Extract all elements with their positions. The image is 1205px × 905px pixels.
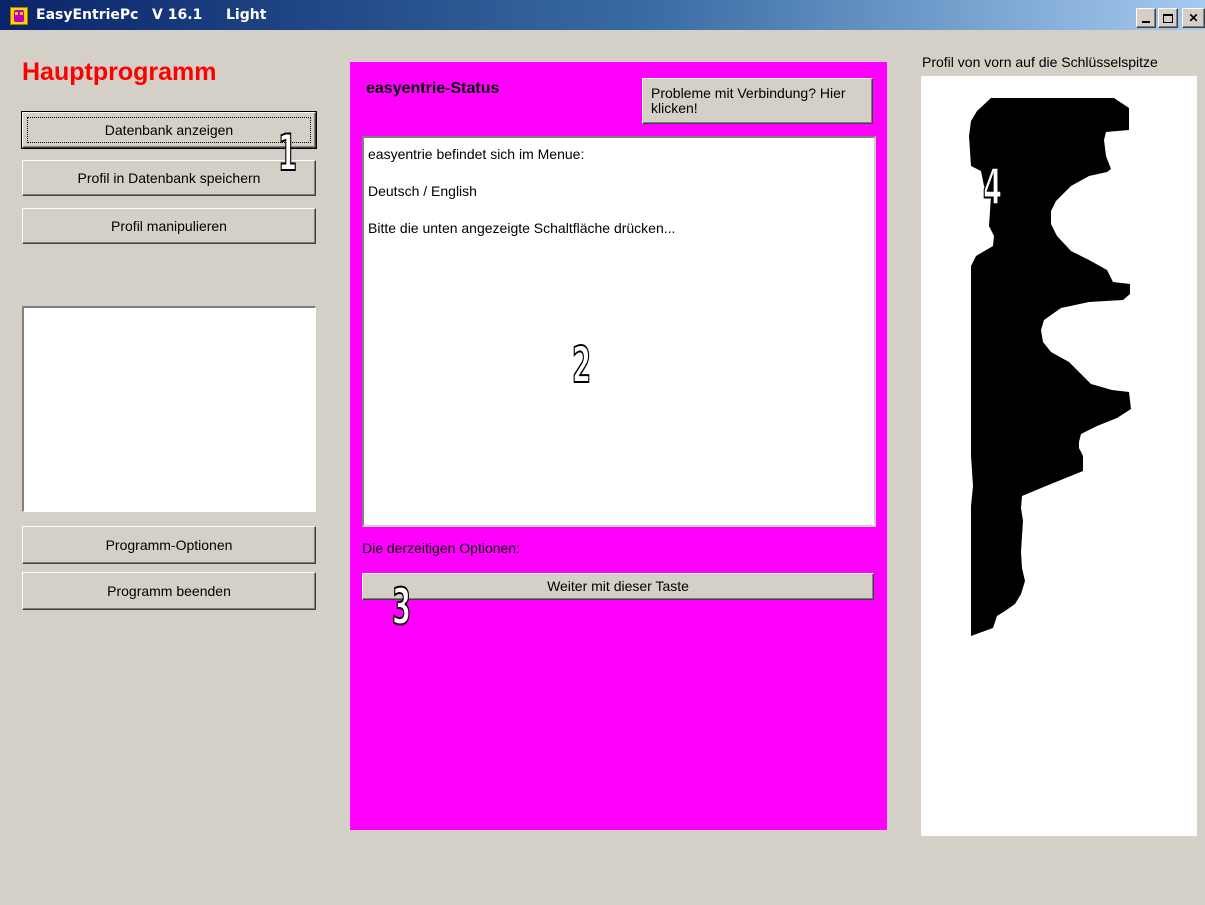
- maximize-icon: [1163, 13, 1173, 23]
- annotation-number-1: 1: [277, 124, 298, 182]
- program-options-button[interactable]: Programm-Optionen: [22, 526, 316, 564]
- status-title: easyentrie-Status: [366, 80, 500, 97]
- title-bar[interactable]: EasyEntriePc V 16.1 Light ✕: [0, 0, 1205, 30]
- profile-list-box[interactable]: [22, 306, 316, 512]
- options-label: Die derzeitigen Optionen:: [362, 540, 520, 556]
- connection-help-label: Probleme mit Verbindung? Hier klicken!: [651, 85, 846, 116]
- status-line: easyentrie befindet sich im Menue:: [368, 146, 585, 162]
- close-button[interactable]: ✕: [1182, 8, 1205, 28]
- continue-label: Weiter mit dieser Taste: [547, 578, 689, 594]
- app-version: V 16.1: [152, 7, 203, 23]
- app-icon: [10, 7, 28, 25]
- continue-button[interactable]: Weiter mit dieser Taste: [362, 573, 874, 600]
- annotation-number-2: 2: [571, 336, 592, 394]
- maximize-button[interactable]: [1158, 8, 1178, 28]
- show-database-button[interactable]: Datenbank anzeigen: [21, 111, 317, 149]
- status-line: Bitte die unten angezeigte Schaltfläche …: [368, 220, 676, 236]
- save-profile-button[interactable]: Profil in Datenbank speichern: [22, 160, 316, 196]
- program-options-label: Programm-Optionen: [105, 536, 233, 553]
- app-name: EasyEntriePc: [36, 7, 139, 23]
- key-profile-shape: [969, 98, 1131, 636]
- exit-program-label: Programm beenden: [107, 582, 231, 599]
- status-line: Deutsch / English: [368, 183, 477, 199]
- app-edition: Light: [226, 7, 267, 23]
- status-text-area[interactable]: easyentrie befindet sich im Menue: Deuts…: [362, 136, 876, 527]
- manipulate-profile-label: Profil manipulieren: [111, 217, 227, 234]
- manipulate-profile-button[interactable]: Profil manipulieren: [22, 208, 316, 244]
- save-profile-label: Profil in Datenbank speichern: [77, 169, 261, 186]
- annotation-number-4: 4: [982, 158, 1003, 216]
- connection-help-button[interactable]: Probleme mit Verbindung? Hier klicken!: [642, 78, 873, 124]
- page-title: Hauptprogramm: [22, 58, 217, 86]
- exit-program-button[interactable]: Programm beenden: [22, 572, 316, 610]
- annotation-number-3: 3: [391, 578, 412, 636]
- close-icon: ✕: [1188, 11, 1199, 25]
- minimize-button[interactable]: [1136, 8, 1156, 28]
- profile-view-label: Profil von vorn auf die Schlüsselspitze: [922, 54, 1158, 70]
- profile-view: [921, 76, 1197, 836]
- minimize-icon: [1142, 21, 1150, 23]
